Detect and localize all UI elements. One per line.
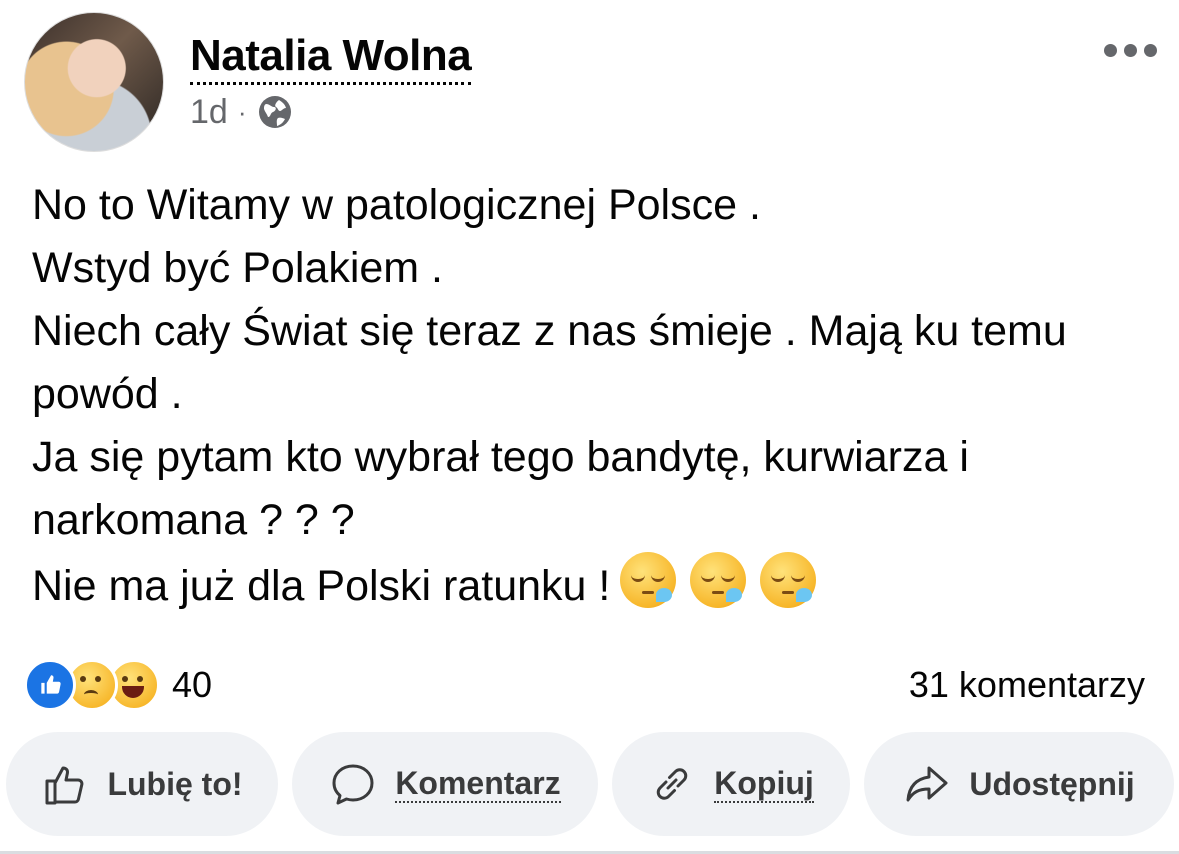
thumbs-up-icon (45, 766, 84, 805)
post-line: Wstyd być Polakiem . (32, 244, 443, 292)
globe-icon[interactable] (257, 94, 293, 130)
copy-button[interactable]: Kopiuj (612, 732, 850, 836)
comment-label: Komentarz (395, 765, 561, 803)
action-bar: Lubię to! Komentarz Kopiuj Udostępnij (6, 732, 1174, 836)
reaction-count: 40 (172, 664, 213, 705)
post-body: No to Witamy w patologicznej Polsce . Ws… (32, 174, 1152, 618)
link-icon (657, 768, 688, 800)
share-button[interactable]: Udostępnij (864, 732, 1174, 836)
post-time[interactable]: 1d (190, 93, 228, 132)
sleepy-face-emoji-icon (690, 552, 747, 608)
post-line: Nie ma już dla Polski ratunku ! (32, 562, 611, 610)
comment-button[interactable]: Komentarz (292, 732, 598, 836)
copy-label: Kopiuj (714, 765, 814, 803)
post-line: Ja się pytam kto wybrał tego bandytę, ku… (32, 433, 969, 544)
post-line: Niech cały Świat się teraz z nas śmieje … (32, 307, 1067, 418)
comments-count[interactable]: 31 komentarzy (909, 660, 1145, 710)
like-button[interactable]: Lubię to! (6, 732, 278, 836)
sleepy-face-emoji-icon (620, 552, 677, 608)
more-dot (1144, 44, 1157, 57)
author-name[interactable]: Natalia Wolna (190, 32, 472, 85)
like-reaction-icon (24, 659, 76, 711)
sleepy-face-emoji-icon (760, 552, 817, 608)
meta-separator: · (237, 96, 247, 127)
post-meta: 1d · (190, 90, 293, 134)
reaction-summary[interactable]: 40 (24, 659, 213, 711)
avatar[interactable] (24, 12, 164, 152)
more-options-icon[interactable] (1104, 44, 1157, 57)
post-line-last: Nie ma już dla Polski ratunku ! (32, 552, 1152, 618)
more-dot (1124, 44, 1137, 57)
share-label: Udostępnij (969, 765, 1135, 802)
like-label: Lubię to! (107, 765, 243, 802)
comment-icon (332, 764, 374, 805)
more-dot (1104, 44, 1117, 57)
post-line: No to Witamy w patologicznej Polsce . (32, 181, 761, 229)
emoji-row (620, 552, 817, 608)
share-icon (906, 766, 948, 802)
